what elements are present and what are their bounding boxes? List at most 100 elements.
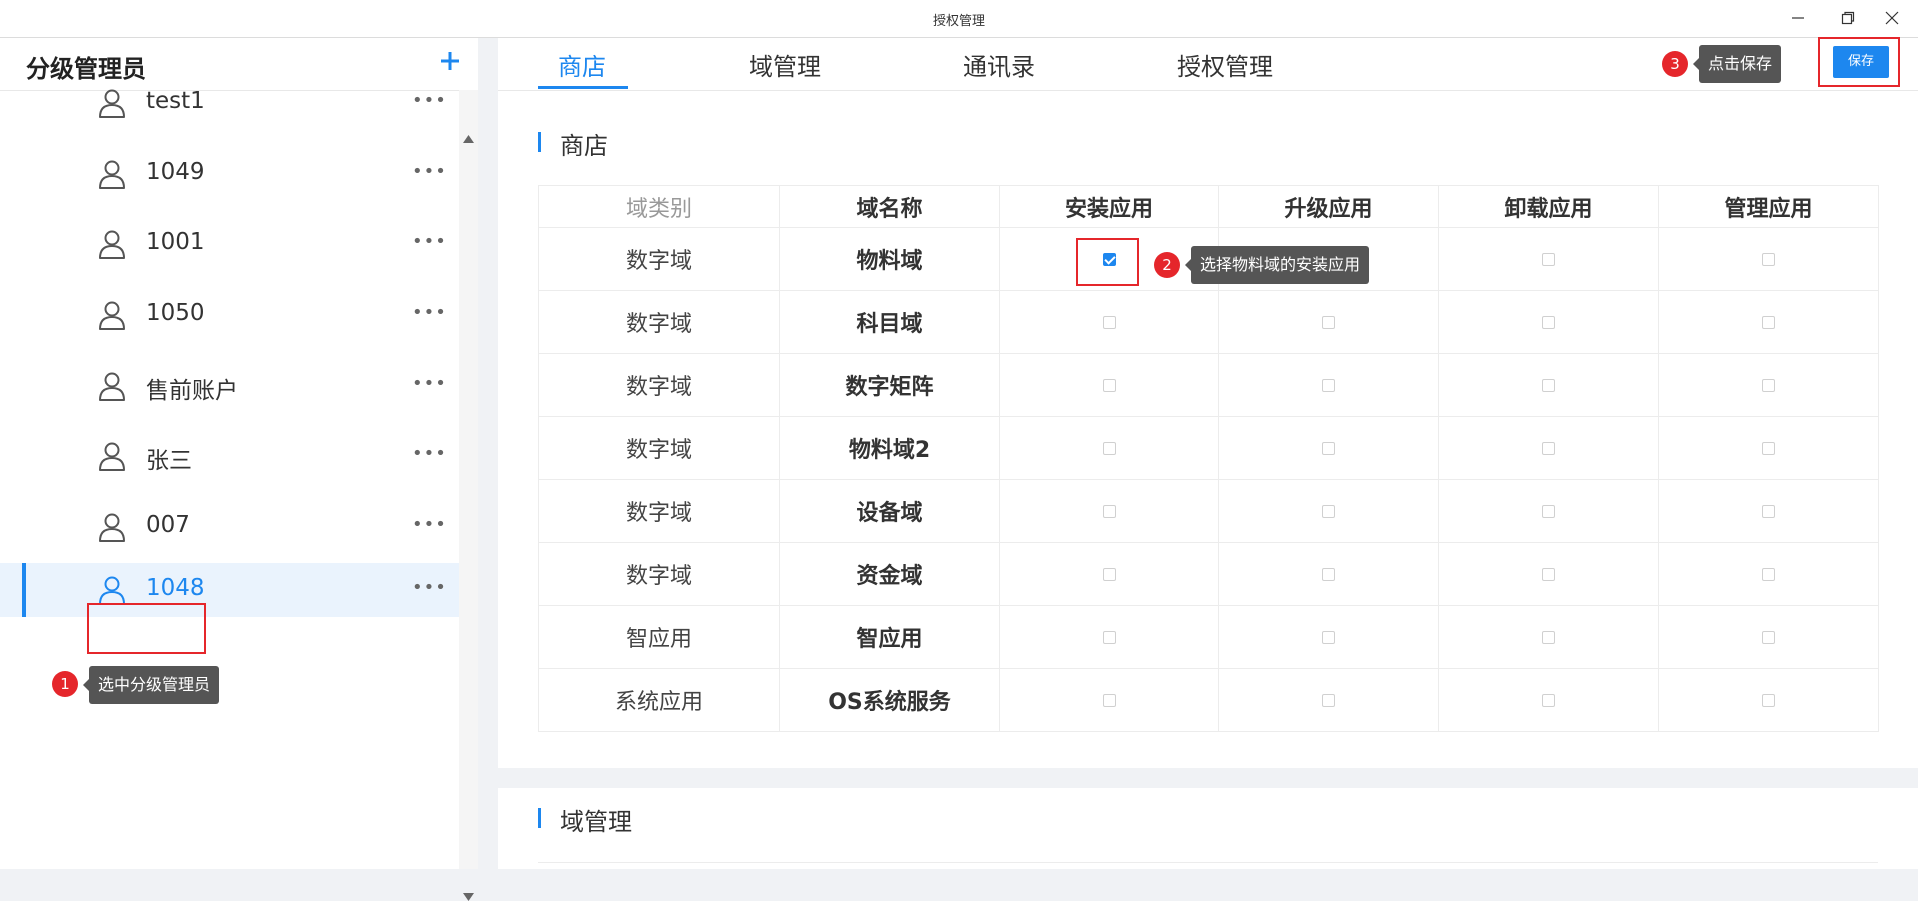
- user-list-item[interactable]: 1050 •••: [0, 288, 459, 342]
- scrollbar[interactable]: [459, 90, 478, 901]
- manage-checkbox[interactable]: [1762, 379, 1775, 392]
- main-content: 商店 域管理 通讯录 授权管理 3 点击保存 保存 商店 域类别 域名称 安装应…: [498, 37, 1918, 869]
- scroll-down-icon[interactable]: [463, 893, 474, 901]
- upgrade-checkbox[interactable]: [1322, 316, 1335, 329]
- domain-name-cell: 资金域: [779, 542, 1000, 606]
- tab-contacts[interactable]: 通讯录: [963, 47, 1035, 82]
- uninstall-checkbox[interactable]: [1542, 379, 1555, 392]
- uninstall-checkbox[interactable]: [1542, 316, 1555, 329]
- permission-cell: [1438, 227, 1659, 291]
- user-icon: [99, 513, 125, 542]
- more-options-icon[interactable]: •••: [412, 302, 447, 323]
- more-options-icon[interactable]: •••: [412, 443, 447, 464]
- permission-cell: [1438, 668, 1659, 732]
- install-checkbox[interactable]: [1102, 631, 1116, 644]
- permission-cell: [999, 479, 1219, 543]
- install-checkbox[interactable]: [1102, 505, 1116, 518]
- permission-cell: [1658, 668, 1879, 732]
- domain-category-cell: 数字域: [538, 290, 780, 354]
- close-icon[interactable]: [1872, 4, 1912, 32]
- user-list-item[interactable]: 1048 •••: [0, 563, 459, 617]
- user-list-item[interactable]: test1 •••: [0, 76, 459, 130]
- scroll-up-icon[interactable]: [463, 135, 474, 143]
- permission-cell: [1438, 353, 1659, 417]
- permission-cell: [1438, 605, 1659, 669]
- manage-checkbox[interactable]: [1762, 505, 1775, 518]
- uninstall-checkbox[interactable]: [1542, 442, 1555, 455]
- domain-name-cell: 物料域2: [779, 416, 1000, 480]
- admin-sidebar: 分级管理员 test1 ••• 1049 ••• 1001 ••• 1050 ••• 售前账户 •…: [0, 38, 478, 901]
- table-row: 数字域 资金域: [538, 542, 1879, 606]
- user-name: 1048: [146, 575, 205, 601]
- manage-checkbox[interactable]: [1762, 316, 1775, 329]
- highlight-box: [1076, 238, 1139, 286]
- install-checkbox[interactable]: [1102, 316, 1116, 329]
- install-checkbox[interactable]: [1102, 568, 1116, 581]
- permission-cell: [1218, 605, 1439, 669]
- uninstall-checkbox[interactable]: [1542, 568, 1555, 581]
- domain-card: 域管理: [498, 788, 1918, 869]
- permission-cell: [999, 668, 1219, 732]
- domain-category-cell: 数字域: [538, 542, 780, 606]
- more-options-icon[interactable]: •••: [412, 231, 447, 252]
- upgrade-checkbox[interactable]: [1322, 568, 1335, 581]
- uninstall-checkbox[interactable]: [1542, 253, 1555, 266]
- manage-checkbox[interactable]: [1762, 568, 1775, 581]
- uninstall-checkbox[interactable]: [1542, 505, 1555, 518]
- user-name: 1001: [146, 229, 205, 255]
- domain-name-cell: 智应用: [779, 605, 1000, 669]
- uninstall-checkbox[interactable]: [1542, 694, 1555, 707]
- manage-checkbox[interactable]: [1762, 694, 1775, 707]
- table-header-row: 域类别 域名称 安装应用 升级应用 卸载应用 管理应用: [538, 185, 1879, 228]
- install-checkbox[interactable]: [1102, 442, 1116, 455]
- upgrade-checkbox[interactable]: [1322, 694, 1335, 707]
- table-row: 数字域 科目域: [538, 290, 1879, 354]
- more-options-icon[interactable]: •••: [412, 90, 447, 111]
- manage-checkbox[interactable]: [1762, 442, 1775, 455]
- table-row: 智应用 智应用: [538, 605, 1879, 669]
- user-list-item[interactable]: 1001 •••: [0, 217, 459, 271]
- permission-cell: [1218, 290, 1439, 354]
- add-icon[interactable]: [437, 48, 463, 74]
- tooltip-step-3: 点击保存: [1692, 45, 1782, 83]
- section-title-domain: 域管理: [538, 802, 632, 837]
- domain-name-cell: 科目域: [779, 290, 1000, 354]
- step-badge-3: 3: [1662, 51, 1688, 77]
- tab-store[interactable]: 商店: [558, 47, 606, 82]
- user-list-item[interactable]: 张三 •••: [0, 429, 459, 483]
- upgrade-checkbox[interactable]: [1322, 379, 1335, 392]
- more-options-icon[interactable]: •••: [412, 373, 447, 394]
- upgrade-checkbox[interactable]: [1322, 442, 1335, 455]
- tab-authorization[interactable]: 授权管理: [1177, 47, 1273, 82]
- user-list-item[interactable]: 1049 •••: [0, 147, 459, 201]
- step-badge-1: 1: [52, 671, 78, 697]
- install-checkbox[interactable]: [1102, 379, 1116, 392]
- store-card: 商店 域管理 通讯录 授权管理 3 点击保存 保存 商店 域类别 域名称 安装应…: [498, 37, 1918, 768]
- restore-icon[interactable]: [1828, 4, 1868, 32]
- user-name: 007: [146, 512, 190, 538]
- more-options-icon[interactable]: •••: [412, 514, 447, 535]
- minimize-icon[interactable]: [1778, 4, 1818, 32]
- manage-checkbox[interactable]: [1762, 631, 1775, 644]
- user-list-item[interactable]: 007 •••: [0, 500, 459, 554]
- more-options-icon[interactable]: •••: [412, 577, 447, 598]
- permission-cell: [1438, 290, 1659, 354]
- uninstall-checkbox[interactable]: [1542, 631, 1555, 644]
- manage-checkbox[interactable]: [1762, 253, 1775, 266]
- more-options-icon[interactable]: •••: [412, 161, 447, 182]
- tab-bar: 商店 域管理 通讯录 授权管理 3 点击保存 保存: [498, 37, 1918, 91]
- permission-cell: [999, 542, 1219, 606]
- table-row: 数字域 物料域2: [538, 416, 1879, 480]
- install-checkbox[interactable]: [1102, 694, 1116, 707]
- active-tab-indicator: [538, 86, 628, 89]
- user-list-item[interactable]: 售前账户 •••: [0, 359, 459, 413]
- save-button[interactable]: 保存: [1833, 46, 1889, 78]
- permission-cell: [1218, 416, 1439, 480]
- user-icon: [99, 89, 125, 118]
- upgrade-checkbox[interactable]: [1322, 505, 1335, 518]
- highlight-box: [87, 603, 206, 654]
- tab-domain[interactable]: 域管理: [749, 47, 821, 82]
- permission-cell: [999, 353, 1219, 417]
- permission-cell: [1658, 542, 1879, 606]
- upgrade-checkbox[interactable]: [1322, 631, 1335, 644]
